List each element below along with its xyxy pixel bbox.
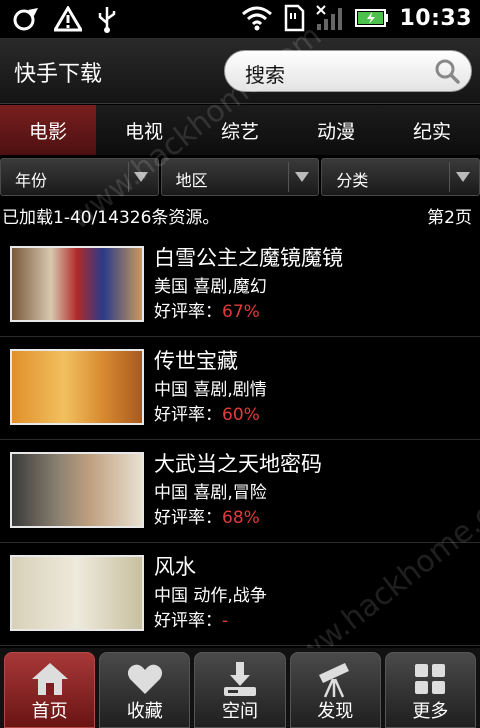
rating-value: 67%: [222, 302, 260, 322]
nav-label: 收藏: [126, 701, 163, 722]
app-header: 快手下载 搜索: [0, 38, 480, 104]
nav-label: 发现: [317, 701, 354, 722]
tab-label: 纪实: [412, 120, 451, 143]
rating-value: 68%: [222, 508, 260, 528]
tab-tv[interactable]: 电视: [96, 105, 192, 155]
nav-home[interactable]: 首页: [4, 652, 96, 728]
tab-variety[interactable]: 综艺: [192, 105, 288, 155]
tab-anime[interactable]: 动漫: [288, 105, 384, 155]
movie-rating: 好评率：67%: [154, 297, 260, 322]
filter-label: 年份: [15, 171, 48, 190]
movie-title: 传世宝藏: [154, 349, 238, 373]
search-placeholder: 搜索: [245, 63, 285, 87]
nav-label: 首页: [31, 701, 68, 722]
loaded-count: 已加载1-40/14326条资源。: [2, 208, 220, 228]
usb-debug-icon: [13, 8, 38, 31]
usb-icon: [98, 7, 116, 33]
movie-meta: 中国 动作,战争: [154, 586, 267, 606]
movie-poster: [10, 246, 144, 322]
movie-poster: [10, 452, 144, 528]
movie-title: 大武当之天地密码: [154, 452, 322, 476]
page-number: 第2页: [427, 208, 472, 228]
grid-icon: [415, 664, 446, 694]
movie-poster: [10, 555, 144, 631]
tab-label: 电视: [124, 120, 163, 143]
search-icon[interactable]: [433, 57, 461, 85]
movie-rating: 好评率：60%: [154, 400, 260, 425]
movie-meta: 中国 喜剧,剧情: [154, 380, 267, 400]
app-title: 快手下载: [14, 62, 103, 87]
rating-label: 好评率：: [154, 508, 222, 528]
filter-bar: 年份 地区 分类: [0, 158, 480, 196]
chevron-down-icon: [449, 162, 475, 192]
list-item[interactable]: 传世宝藏 中国 喜剧,剧情 好评率：60%: [0, 337, 480, 440]
filter-category-dropdown[interactable]: 分类: [321, 158, 480, 196]
movie-list: 白雪公主之魔镜魔镜 美国 喜剧,魔幻 好评率：67% 传世宝藏 中国 喜剧,剧情…: [0, 234, 480, 646]
chevron-down-icon: [288, 162, 314, 192]
rating-label: 好评率：: [154, 405, 222, 425]
search-input[interactable]: 搜索: [224, 50, 472, 92]
sd-card-icon: [285, 4, 305, 32]
tab-movie[interactable]: 电影: [0, 105, 96, 155]
movie-poster: [10, 349, 144, 425]
nav-label: 更多: [412, 701, 449, 722]
movie-meta: 美国 喜剧,魔幻: [154, 277, 267, 297]
rating-value: 60%: [222, 405, 260, 425]
signal-icon: [316, 5, 343, 30]
download-icon: [224, 662, 256, 696]
nav-label: 空间: [222, 701, 258, 722]
warning-icon: [54, 6, 82, 32]
filter-label: 地区: [175, 171, 208, 190]
list-item[interactable]: 白雪公主之魔镜魔镜 美国 喜剧,魔幻 好评率：67%: [0, 234, 480, 337]
category-tabs: 电影 电视 综艺 动漫 纪实: [0, 105, 480, 155]
movie-rating: 好评率：-: [154, 606, 228, 631]
status-bar: 10:33: [0, 0, 480, 38]
rating-label: 好评率：: [154, 302, 222, 322]
nav-favorites[interactable]: 收藏: [99, 652, 191, 728]
nav-space[interactable]: 空间: [194, 652, 286, 728]
filter-region-dropdown[interactable]: 地区: [160, 158, 320, 196]
home-icon: [31, 663, 68, 695]
results-info: 已加载1-40/14326条资源。 第2页: [0, 200, 480, 230]
tab-documentary[interactable]: 纪实: [384, 105, 480, 155]
wifi-icon: [242, 6, 273, 31]
chevron-down-icon: [127, 162, 154, 192]
movie-rating: 好评率：68%: [154, 503, 260, 528]
rating-label: 好评率：: [154, 611, 222, 631]
battery-icon: [355, 9, 389, 27]
status-time: 10:33: [399, 5, 472, 31]
nav-more[interactable]: 更多: [384, 652, 477, 728]
nav-discover[interactable]: 发现: [289, 652, 381, 728]
heart-icon: [127, 664, 162, 694]
telescope-icon: [319, 663, 350, 698]
rating-value: -: [222, 611, 229, 631]
filter-label: 分类: [336, 171, 369, 190]
tab-label: 综艺: [220, 120, 259, 143]
movie-title: 风水: [154, 555, 196, 579]
movie-meta: 中国 喜剧,冒险: [154, 483, 267, 503]
list-item[interactable]: 风水 中国 动作,战争 好评率：-: [0, 543, 480, 646]
list-item[interactable]: 大武当之天地密码 中国 喜剧,冒险 好评率：68%: [0, 440, 480, 543]
tab-label: 电影: [28, 120, 67, 143]
tab-label: 动漫: [316, 120, 355, 143]
bottom-nav: 首页 收藏 空间 发现 更多: [0, 648, 480, 728]
movie-title: 白雪公主之魔镜魔镜: [154, 246, 343, 270]
filter-year-dropdown[interactable]: 年份: [0, 158, 159, 196]
